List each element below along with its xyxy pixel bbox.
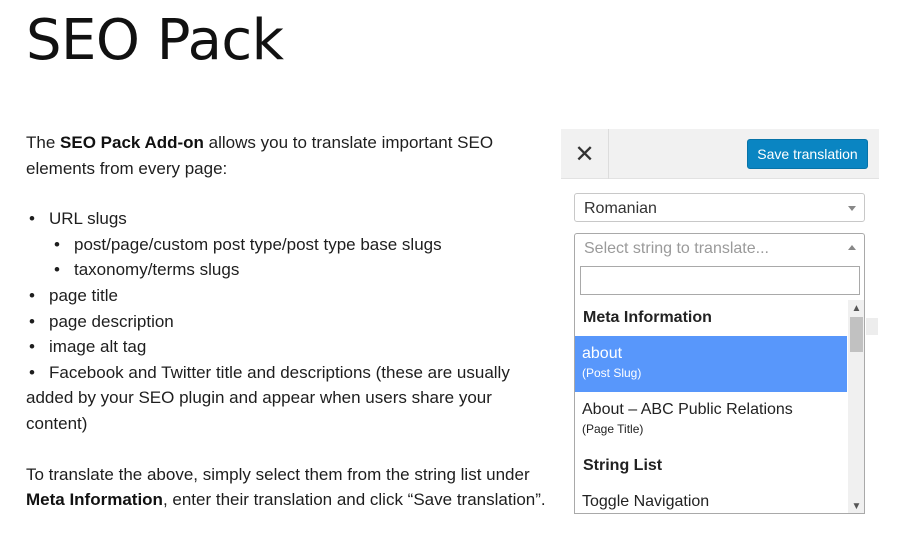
string-select[interactable]: Select string to translate...	[574, 233, 865, 263]
outro-bold: Meta Information	[26, 490, 163, 510]
intro-paragraph: The SEO Pack Add-on allows you to transl…	[26, 130, 546, 181]
outro-text: To translate the above, simply select th…	[26, 464, 530, 484]
string-dropdown: Meta Information about (Post Slug) About…	[574, 262, 865, 514]
scroll-up-icon[interactable]: ▲	[848, 300, 864, 316]
language-select[interactable]: Romanian	[574, 193, 865, 222]
page-title: SEO Pack	[26, 8, 284, 73]
bullet-image-alt: image alt tag	[26, 334, 546, 360]
intro-bold: SEO Pack Add-on	[60, 133, 204, 152]
bullet-post-slugs: post/page/custom post type/post type bas…	[26, 232, 546, 258]
chevron-down-icon	[848, 206, 856, 211]
outro-paragraph: To translate the above, simply select th…	[26, 462, 546, 513]
list-item[interactable]: About – ABC Public Relations (Page Title…	[575, 392, 847, 448]
language-value: Romanian	[584, 200, 657, 217]
option-label: about	[582, 345, 623, 362]
option-type: (Post Slug)	[582, 366, 642, 380]
intro-text: The	[26, 133, 61, 152]
bullet-social: Facebook and Twitter title and descripti…	[26, 360, 546, 437]
bullet-page-title: page title	[26, 283, 546, 309]
option-label: About – ABC Public Relations	[582, 401, 793, 418]
option-label: Toggle Navigation	[582, 493, 710, 510]
string-placeholder: Select string to translate...	[584, 240, 769, 257]
article-body: The SEO Pack Add-on allows you to transl…	[26, 130, 546, 513]
scroll-thumb[interactable]	[850, 317, 863, 352]
close-icon[interactable]: ✕	[561, 129, 609, 179]
group-label-meta: Meta Information	[583, 309, 712, 326]
bullet-url-slugs: URL slugs	[26, 206, 546, 232]
bullet-taxonomy-slugs: taxonomy/terms slugs	[26, 257, 546, 283]
outro-text-end: , enter their translation and click “Sav…	[162, 490, 546, 510]
panel-edge	[866, 318, 878, 335]
list-item[interactable]: about (Post Slug)	[575, 336, 847, 392]
option-type: (Page Title)	[582, 422, 644, 436]
string-results-list: Meta Information about (Post Slug) About…	[575, 300, 847, 513]
translation-toolbar: ✕ Save translation	[561, 129, 879, 179]
scroll-down-icon[interactable]: ▼	[848, 498, 864, 513]
results-scrollbar[interactable]: ▲ ▼	[848, 300, 864, 513]
save-translation-button[interactable]: Save translation	[747, 139, 868, 169]
group-label-strings: String List	[583, 457, 663, 474]
string-search-input[interactable]	[580, 266, 860, 295]
bullet-page-description: page description	[26, 309, 546, 335]
chevron-up-icon	[848, 245, 856, 250]
list-item[interactable]: Toggle Navigation	[575, 484, 847, 513]
